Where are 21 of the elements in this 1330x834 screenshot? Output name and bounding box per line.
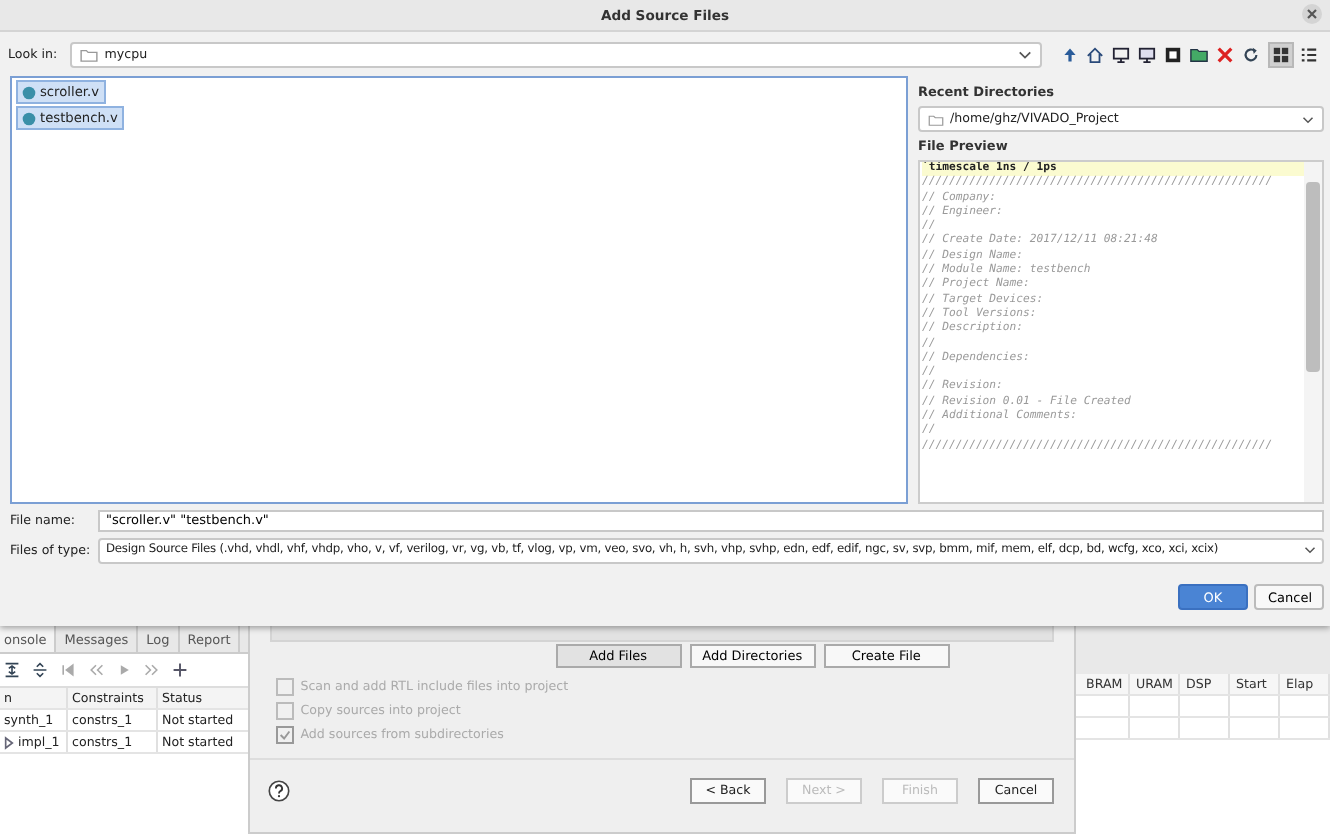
- folder-icon[interactable]: [1190, 45, 1208, 63]
- square-icon[interactable]: [1164, 45, 1182, 63]
- caret-icon: [1304, 546, 1316, 554]
- home-icon[interactable]: [1086, 45, 1104, 63]
- refresh-icon[interactable]: [1242, 45, 1260, 63]
- monitor-icon[interactable]: [1112, 45, 1130, 63]
- delete-icon[interactable]: [1216, 45, 1234, 63]
- expand-icon[interactable]: [4, 735, 14, 749]
- add-icon[interactable]: [172, 662, 188, 678]
- caret-icon: [1018, 49, 1032, 59]
- scrollbar[interactable]: [1304, 162, 1322, 502]
- close-icon[interactable]: [1302, 4, 1322, 24]
- grid-view-button[interactable]: [1268, 41, 1294, 67]
- expand-icon[interactable]: [32, 662, 48, 678]
- collapse-icon[interactable]: [4, 662, 20, 678]
- folder-icon: [928, 113, 944, 125]
- help-icon[interactable]: [268, 780, 291, 802]
- monitor-icon[interactable]: [1138, 45, 1156, 63]
- caret-icon: [1302, 115, 1314, 123]
- folder-icon: [80, 47, 99, 61]
- up-arrow-icon[interactable]: [1062, 45, 1078, 63]
